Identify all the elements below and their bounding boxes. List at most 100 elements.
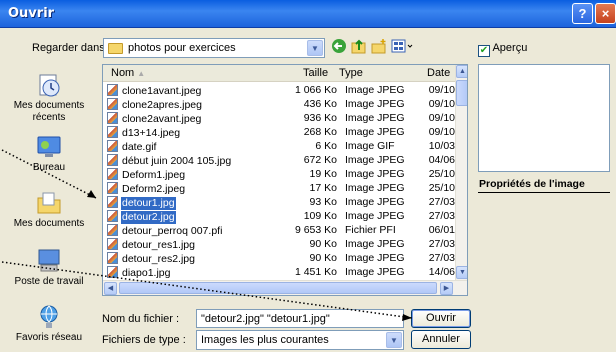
window-title: Ouvrir: [8, 6, 55, 21]
file-name-cell: début juin 2004 105.jpg: [107, 154, 277, 168]
place-my-documents[interactable]: Mes documents: [6, 190, 92, 230]
file-date: 09/10: [428, 98, 455, 110]
image-preview-pane: [478, 64, 610, 172]
image-file-icon: [107, 84, 118, 96]
file-name-cell: d13+14.jpeg: [107, 126, 277, 140]
file-size: 436 Ko: [303, 98, 337, 110]
file-name: clone2apres.jpeg: [122, 99, 202, 111]
scroll-right-icon[interactable]: ▶: [440, 282, 453, 295]
file-size: 672 Ko: [303, 154, 337, 166]
sort-ascending-icon: ▲: [137, 69, 146, 78]
file-date: 09/10: [428, 112, 455, 124]
look-in-label: Regarder dans :: [32, 42, 111, 54]
filename-input[interactable]: "detour2.jpg" "detour1.jpg": [196, 309, 404, 328]
horizontal-scroll-thumb[interactable]: [119, 282, 437, 294]
file-name: d13+14.jpeg: [122, 127, 181, 139]
file-date: 25/10: [428, 182, 455, 194]
scroll-up-icon[interactable]: ▲: [456, 65, 467, 78]
filetype-dropdown[interactable]: Images les plus courantes ▼: [196, 330, 404, 350]
image-file-icon: [107, 140, 118, 152]
file-row[interactable]: début juin 2004 105.jpg 672 Ko Image JPEG 0…: [103, 154, 455, 167]
file-type: Image JPEG: [345, 210, 405, 222]
file-type: Image JPEG: [345, 252, 405, 264]
file-size: 6 Ko: [315, 140, 337, 152]
file-size: 19 Ko: [309, 168, 337, 180]
file-name: detour_res1.jpg: [122, 239, 195, 251]
file-name-cell: clone2avant.jpeg: [107, 112, 277, 126]
file-row[interactable]: Deform1.jpeg 19 Ko Image JPEG 25/10: [103, 168, 455, 181]
file-date: 27/03: [428, 252, 455, 264]
file-date: 27/03: [428, 238, 455, 250]
image-properties-title: Propriétés de l'image: [479, 178, 585, 190]
file-row[interactable]: detour2.jpg 109 Ko Image JPEG 27/03: [103, 210, 455, 224]
title-bar[interactable]: Ouvrir ? ×: [0, 0, 616, 28]
file-name-cell: detour_res1.jpg: [107, 238, 277, 252]
image-file-icon: [107, 196, 118, 208]
file-type: Image GIF: [345, 140, 395, 152]
filetype-label: Fichiers de type :: [102, 334, 186, 346]
file-name-cell: detour2.jpg: [107, 210, 277, 224]
file-name: clone1avant.jpeg: [122, 85, 202, 97]
preview-checkbox[interactable]: ✔ Aperçu: [478, 42, 527, 57]
scroll-thumb[interactable]: [456, 80, 467, 106]
place-recent-documents[interactable]: Mes documents récents: [6, 72, 92, 124]
open-button[interactable]: Ouvrir: [411, 309, 471, 328]
file-type: Image JPEG: [345, 196, 405, 208]
scroll-down-icon[interactable]: ▼: [456, 266, 467, 279]
recent-documents-icon: [39, 74, 60, 97]
file-row[interactable]: detour_perroq 007.pfi 9 653 Ko Fichier PFI…: [103, 224, 455, 237]
horizontal-scrollbar[interactable]: ◀ ▶: [103, 280, 467, 295]
place-desktop[interactable]: Bureau: [6, 134, 92, 174]
place-my-computer[interactable]: Poste de travail: [6, 248, 92, 288]
vertical-scrollbar[interactable]: ▲ ▼: [455, 65, 467, 280]
file-row[interactable]: detour_res2.jpg 90 Ko Image JPEG 27/03: [103, 252, 455, 265]
column-header-date[interactable]: Date: [427, 67, 450, 79]
file-row[interactable]: date.gif 6 Ko Image GIF 10/03: [103, 140, 455, 153]
file-row[interactable]: clone2apres.jpeg 436 Ko Image JPEG 09/10: [103, 98, 455, 111]
place-network-places[interactable]: Favoris réseau: [6, 304, 92, 344]
cancel-button[interactable]: Annuler: [411, 330, 471, 349]
file-size: 936 Ko: [303, 112, 337, 124]
filename-label: Nom du fichier :: [102, 313, 180, 325]
scroll-left-icon[interactable]: ◀: [104, 282, 117, 295]
file-list[interactable]: Nom ▲ Taille Type Date clone1avant.jpeg 1…: [102, 64, 468, 296]
file-name-cell: date.gif: [107, 140, 277, 154]
divider: [478, 192, 610, 193]
file-name: Deform1.jpeg: [122, 169, 186, 181]
column-header-type[interactable]: Type: [339, 67, 363, 79]
chevron-down-icon[interactable]: ▼: [386, 332, 402, 348]
file-type: Image JPEG: [345, 266, 405, 278]
chevron-down-icon[interactable]: ▼: [307, 40, 323, 56]
file-row[interactable]: detour_res1.jpg 90 Ko Image JPEG 27/03: [103, 238, 455, 251]
close-button[interactable]: ×: [595, 3, 616, 24]
up-folder-icon[interactable]: [350, 38, 368, 56]
file-row[interactable]: d13+14.jpeg 268 Ko Image JPEG 09/10: [103, 126, 455, 139]
new-folder-icon[interactable]: [370, 38, 388, 56]
image-file-icon: [107, 238, 118, 250]
file-row[interactable]: diapo1.jpg 1 451 Ko Image JPEG 14/06: [103, 266, 455, 279]
file-name-cell: Deform2.jpeg: [107, 182, 277, 196]
list-header: Nom ▲ Taille Type Date: [103, 65, 467, 82]
file-date: 09/10: [428, 84, 455, 96]
file-row[interactable]: clone1avant.jpeg 1 066 Ko Image JPEG 09/10: [103, 84, 455, 97]
view-menu-icon[interactable]: [390, 38, 416, 56]
help-button[interactable]: ?: [572, 3, 593, 24]
image-file-icon: [107, 182, 118, 194]
file-name-cell: detour_perroq 007.pfi: [107, 224, 277, 238]
file-type: Fichier PFI: [345, 224, 396, 236]
file-row[interactable]: clone2avant.jpeg 936 Ko Image JPEG 09/10: [103, 112, 455, 125]
desktop-icon: [37, 136, 61, 157]
file-size: 9 653 Ko: [294, 224, 337, 236]
file-type: Image JPEG: [345, 84, 405, 96]
file-name: clone2avant.jpeg: [122, 113, 202, 125]
column-header-size[interactable]: Taille: [303, 67, 328, 79]
file-row[interactable]: Deform2.jpeg 17 Ko Image JPEG 25/10: [103, 182, 455, 195]
column-header-name[interactable]: Nom ▲: [111, 67, 145, 79]
file-name: diapo1.jpg: [122, 267, 171, 279]
file-name-cell: detour_res2.jpg: [107, 252, 277, 266]
image-file-icon: [107, 210, 118, 222]
file-size: 90 Ko: [309, 252, 337, 264]
file-row[interactable]: detour1.jpg 93 Ko Image JPEG 27/03: [103, 196, 455, 210]
back-icon[interactable]: [330, 38, 348, 56]
look-in-dropdown[interactable]: photos pour exercices ▼: [103, 38, 325, 58]
